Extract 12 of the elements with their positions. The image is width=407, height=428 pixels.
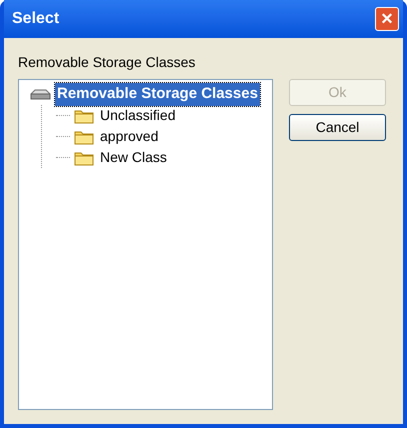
tree-label: Removable Storage Classes: [18, 53, 196, 72]
tree-item[interactable]: approved: [98, 126, 160, 147]
window-title: Select: [11, 9, 60, 29]
tree-item[interactable]: Removable Storage Classes: [55, 83, 260, 106]
close-button[interactable]: ×: [375, 7, 399, 31]
folder-icon: [74, 128, 94, 144]
dialog-button[interactable]: Cancel: [289, 114, 386, 141]
tree-item[interactable]: New Class: [98, 147, 169, 168]
tree-item[interactable]: Unclassified: [98, 105, 178, 126]
folder-icon: [74, 150, 94, 166]
folder-icon: [74, 108, 94, 124]
drive-icon: [29, 88, 51, 102]
